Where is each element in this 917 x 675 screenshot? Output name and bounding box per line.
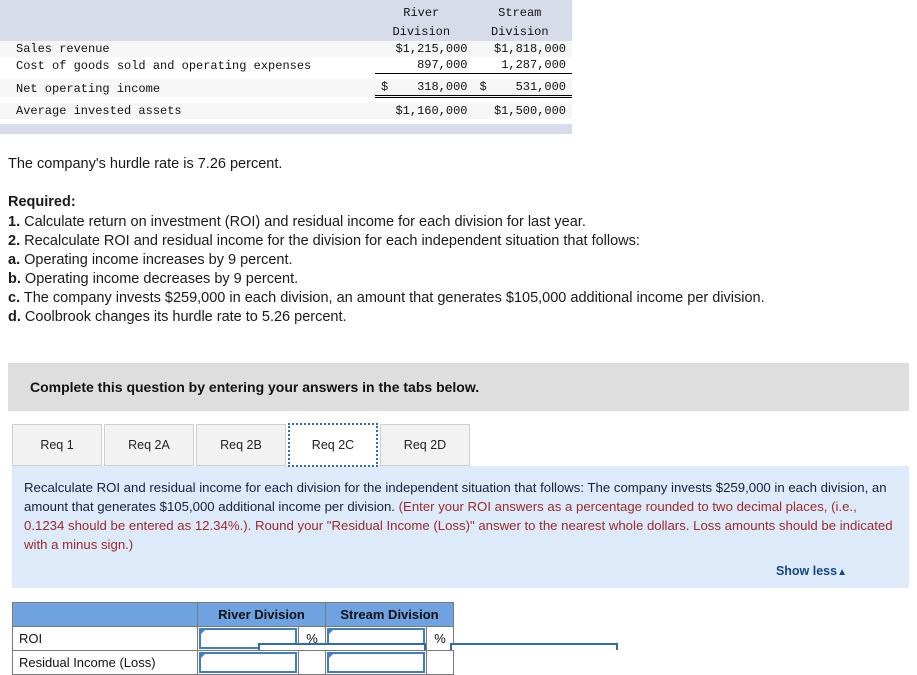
hurdle-rate-text: The company's hurdle rate is 7.26 percen… — [8, 156, 283, 172]
table-header-row-line2: Division Division — [0, 22, 572, 41]
header-stream-line2: Division — [473, 22, 572, 41]
header-blank-cell — [0, 0, 376, 22]
required-heading: Required: — [8, 194, 76, 210]
answer-header-blank — [12, 602, 198, 627]
tab-label: Req 2A — [128, 438, 170, 452]
header-river-line1: River — [375, 0, 474, 22]
req-marker-c: c. — [8, 290, 21, 306]
currency-symbol-stream: $ — [479, 80, 487, 94]
tab-req-1[interactable]: Req 1 — [12, 424, 102, 466]
cell-stream-net-operating-income: $531,000 — [473, 79, 572, 98]
cell-marker-icon — [200, 653, 206, 659]
table-row: Cost of goods sold and operating expense… — [0, 57, 572, 74]
bottom-navigation-buttons — [258, 643, 618, 650]
req-marker-1: 1. — [8, 214, 21, 230]
instruction-panel: Recalculate ROI and residual income for … — [12, 466, 909, 588]
input-residual-river[interactable] — [199, 652, 297, 673]
list-item: a. Operating income increases by 9 perce… — [8, 251, 917, 270]
cell-marker-icon — [200, 629, 206, 635]
table-header-row-line1: River Stream — [0, 0, 572, 22]
cell-river-average-invested-assets: $1,160,000 — [375, 103, 474, 119]
header-blank-cell-2 — [0, 22, 376, 41]
currency-symbol-river: $ — [381, 80, 389, 94]
banner-text: Complete this question by entering your … — [30, 379, 480, 395]
cell-marker-icon — [328, 653, 334, 659]
tab-req-2d[interactable]: Req 2D — [380, 424, 470, 466]
row-label-average-invested-assets: Average invested assets — [0, 103, 376, 119]
input-residual-stream-cell[interactable] — [325, 650, 427, 675]
header-stream-line1: Stream — [473, 0, 572, 22]
tab-label: Req 2B — [220, 438, 262, 452]
cell-stream-sales-revenue: $1,818,000 — [473, 41, 572, 57]
req-text-2: Recalculate ROI and residual income for … — [20, 233, 640, 249]
req-marker-d: d. — [8, 309, 21, 325]
cell-river-noi-value: 318,000 — [417, 80, 468, 94]
header-river-line2: Division — [375, 22, 474, 41]
list-item: 2. Recalculate ROI and residual income f… — [8, 232, 917, 251]
req-text-a: Operating income increases by 9 percent. — [20, 252, 293, 268]
show-less-label: Show less — [775, 564, 838, 578]
input-residual-river-cell[interactable] — [197, 650, 299, 675]
next-button[interactable] — [450, 643, 618, 650]
row-label-net-operating-income: Net operating income — [0, 79, 376, 97]
answer-entry-table-wrap: River Division Stream Division ROI % % R… — [12, 602, 917, 675]
complete-question-banner: Complete this question by entering your … — [8, 363, 909, 411]
req-text-b: Operating income decreases by 9 percent. — [20, 271, 299, 287]
table-footer-bar — [0, 124, 572, 134]
prev-button[interactable] — [258, 643, 426, 650]
answer-header-river-division: River Division — [197, 602, 326, 627]
list-item: 1. Calculate return on investment (ROI) … — [8, 213, 917, 232]
list-item: d. Coolbrook changes its hurdle rate to … — [8, 308, 917, 327]
chevron-up-icon: ▲ — [837, 567, 847, 578]
cell-river-cogs: 897,000 — [375, 57, 474, 74]
req-text-c: The company invests $259,000 in each div… — [20, 290, 765, 306]
cell-stream-average-invested-assets: $1,500,000 — [473, 103, 572, 119]
instruction-paragraph: Recalculate ROI and residual income for … — [24, 478, 893, 554]
table-row: Net operating income $318,000 $531,000 — [0, 79, 572, 98]
tab-label: Req 2C — [311, 438, 355, 452]
tab-label: Req 2D — [403, 438, 447, 452]
suffix-residual-river — [298, 650, 326, 675]
cell-river-net-operating-income: $318,000 — [375, 79, 474, 98]
req-marker-2: 2. — [8, 233, 21, 249]
financial-table: River Stream Division Division Sales rev… — [0, 0, 572, 134]
req-text-d: Coolbrook changes its hurdle rate to 5.2… — [20, 309, 347, 325]
cell-stream-cogs: 1,287,000 — [473, 57, 572, 74]
list-item: c. The company invests $259,000 in each … — [8, 289, 917, 308]
required-list: 1. Calculate return on investment (ROI) … — [8, 213, 917, 327]
cell-marker-icon — [328, 629, 334, 635]
input-residual-stream[interactable] — [327, 652, 425, 673]
requirement-tabs: Req 1 Req 2A Req 2B Req 2C Req 2D — [12, 421, 917, 467]
table-row: Residual Income (Loss) — [12, 650, 454, 675]
row-label-sales-revenue: Sales revenue — [0, 41, 376, 57]
list-item: b. Operating income decreases by 9 perce… — [8, 270, 917, 289]
answer-row-label-roi: ROI — [12, 626, 198, 651]
table-row: Sales revenue $1,215,000 $1,818,000 — [0, 41, 572, 57]
show-less-link[interactable]: Show less▲ — [24, 564, 893, 578]
cell-river-sales-revenue: $1,215,000 — [375, 41, 474, 57]
tab-label: Req 1 — [40, 438, 74, 452]
answer-row-label-residual-income: Residual Income (Loss) — [12, 650, 198, 675]
row-label-cogs: Cost of goods sold and operating expense… — [0, 57, 376, 74]
cell-stream-noi-value: 531,000 — [515, 80, 566, 94]
tab-req-2b[interactable]: Req 2B — [196, 424, 286, 466]
table-row: Average invested assets $1,160,000 $1,50… — [0, 103, 572, 119]
answer-header-stream-division: Stream Division — [325, 602, 454, 627]
answer-header-row: River Division Stream Division — [12, 602, 454, 627]
answer-entry-table: River Division Stream Division ROI % % R… — [12, 602, 454, 675]
tab-req-2c[interactable]: Req 2C — [288, 423, 378, 467]
req-text-1: Calculate return on investment (ROI) and… — [20, 214, 586, 230]
suffix-residual-stream — [426, 650, 454, 675]
financial-summary-table: River Stream Division Division Sales rev… — [0, 0, 572, 134]
tab-req-2a[interactable]: Req 2A — [104, 424, 194, 466]
req-marker-a: a. — [8, 252, 21, 268]
req-marker-b: b. — [8, 271, 21, 287]
